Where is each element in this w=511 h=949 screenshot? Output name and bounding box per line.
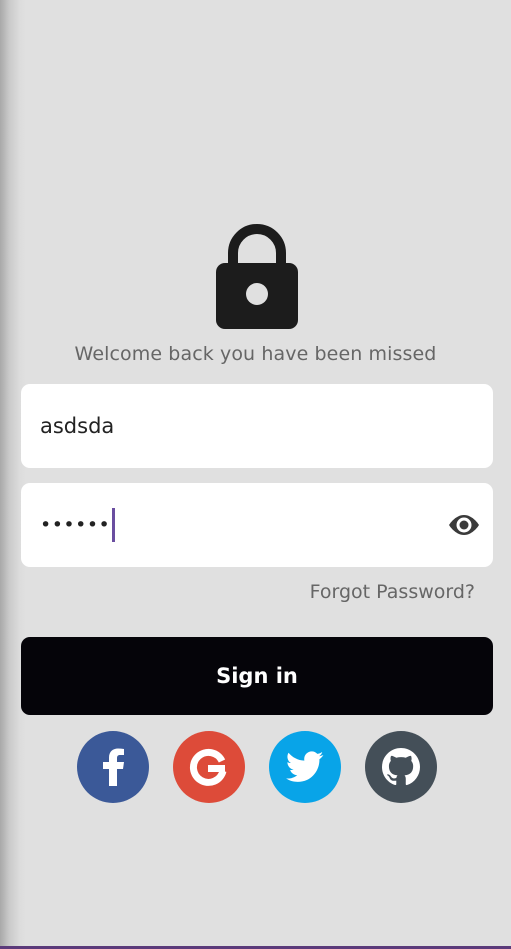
twitter-login-button[interactable]: [269, 731, 341, 803]
github-login-button[interactable]: [365, 731, 437, 803]
twitter-icon: [286, 751, 324, 782]
username-field[interactable]: asdsda: [21, 384, 493, 468]
facebook-login-button[interactable]: [77, 731, 149, 803]
lock-icon: [216, 224, 298, 329]
left-edge-shadow: [0, 0, 26, 949]
google-login-button[interactable]: [173, 731, 245, 803]
google-icon: [189, 748, 227, 786]
sign-in-button[interactable]: Sign in: [21, 637, 493, 715]
welcome-message: Welcome back you have been missed: [74, 343, 437, 365]
facebook-icon: [103, 748, 124, 786]
github-icon: [382, 748, 420, 786]
forgot-password-link[interactable]: Forgot Password?: [310, 581, 475, 603]
password-input-area: ••••••: [40, 508, 115, 542]
username-value: asdsda: [40, 414, 115, 438]
password-field[interactable]: ••••••: [21, 483, 493, 567]
password-value: ••••••: [40, 514, 111, 536]
text-caret: [112, 508, 115, 542]
eye-icon[interactable]: [447, 511, 481, 539]
